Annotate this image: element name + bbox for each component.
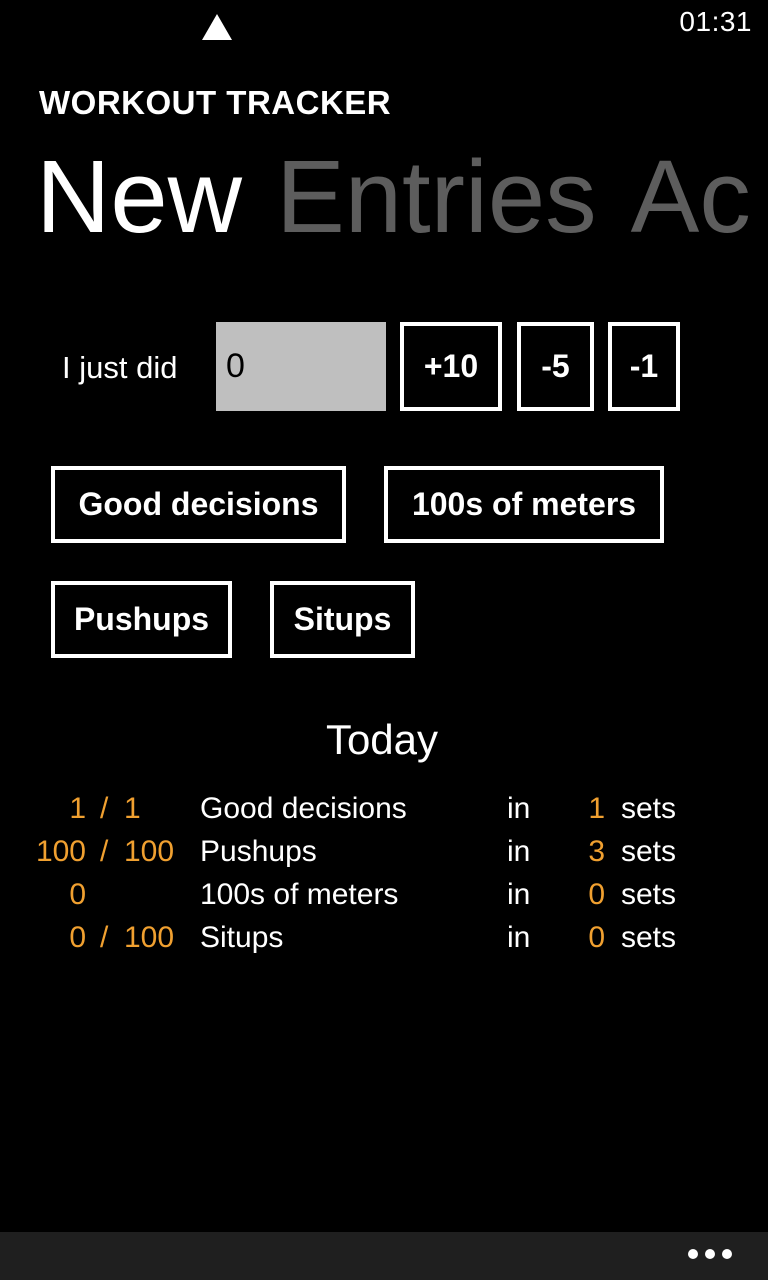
activity-name: Situps [200, 921, 284, 954]
in-label: in [507, 835, 531, 868]
summary-row: 0 100s of meters in 0 sets [0, 878, 768, 921]
sets-label: sets [621, 878, 677, 911]
done-count: 1 [69, 792, 86, 825]
summary-row: 1 / 1 Good decisions in 1 sets [0, 792, 768, 835]
pushups-button[interactable]: Pushups [51, 581, 232, 658]
goal-separator: / [100, 835, 109, 868]
activity-name: 100s of meters [200, 878, 399, 911]
activity-name: Pushups [200, 835, 317, 868]
sets-label: sets [621, 792, 677, 825]
tab-entries[interactable]: Entries [276, 139, 597, 254]
more-ellipsis-icon[interactable] [688, 1249, 732, 1259]
goal-count: 100 [124, 921, 175, 954]
pivot-header: New Entries Ac [36, 140, 768, 253]
in-label: in [507, 921, 531, 954]
in-label: in [507, 878, 531, 911]
minus-1-button[interactable]: -1 [608, 322, 680, 411]
sets-count: 0 [588, 921, 605, 954]
done-count: 0 [69, 921, 86, 954]
goal-count: 100 [124, 835, 175, 868]
minus-5-button[interactable]: -5 [517, 322, 594, 411]
today-heading: Today [325, 716, 439, 763]
done-count: 0 [69, 878, 86, 911]
summary-row: 100 / 100 Pushups in 3 sets [0, 835, 768, 878]
amount-input[interactable] [216, 322, 386, 411]
sets-count: 0 [588, 878, 605, 911]
app-title: WORKOUT TRACKER [39, 84, 392, 121]
status-time: 01:31 [679, 6, 752, 37]
sets-label: sets [621, 835, 677, 868]
tab-new[interactable]: New [36, 139, 242, 254]
sets-label: sets [621, 921, 677, 954]
goal-separator: / [100, 921, 109, 954]
sets-count: 1 [588, 792, 605, 825]
in-label: in [507, 792, 531, 825]
goal-separator: / [100, 792, 109, 825]
situps-button[interactable]: Situps [270, 581, 415, 658]
just-did-label: I just did [62, 350, 178, 385]
meters-button[interactable]: 100s of meters [384, 466, 664, 543]
tab-ac[interactable]: Ac [631, 139, 751, 254]
sets-count: 3 [588, 835, 605, 868]
done-count: 100 [35, 835, 86, 868]
signal-strength-icon [202, 14, 232, 40]
summary-row: 0 / 100 Situps in 0 sets [0, 921, 768, 964]
activity-name: Good decisions [200, 792, 407, 825]
app-bar [0, 1232, 768, 1280]
good-decisions-button[interactable]: Good decisions [51, 466, 346, 543]
plus-10-button[interactable]: +10 [400, 322, 502, 411]
today-summary: 1 / 1 Good decisions in 1 sets 100 / 100… [0, 792, 768, 964]
goal-count: 1 [124, 792, 141, 825]
